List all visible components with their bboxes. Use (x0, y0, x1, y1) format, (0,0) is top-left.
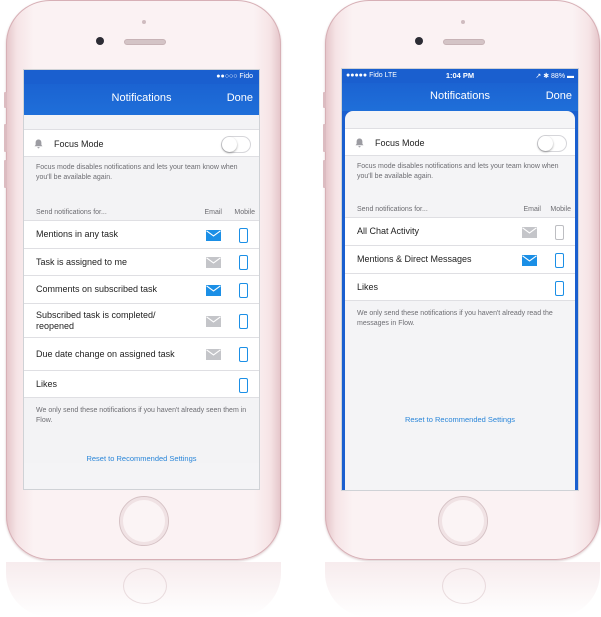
volume-up-button (323, 124, 326, 152)
screen: ●●○○○ Fido Notifications Done Focus Mode… (23, 69, 260, 490)
section-header: Send notifications for... Email Mobile (24, 204, 259, 220)
notification-list: All Chat Activity Mentions & Direct Messa… (345, 217, 575, 301)
notification-row-label: Due date change on assigned task (36, 348, 175, 359)
notification-row: Due date change on assigned task (24, 337, 259, 370)
notification-row-label: Subscribed task is completed/ reopened (36, 310, 156, 331)
bell-icon (34, 139, 43, 149)
mobile-toggle-on-icon[interactable] (239, 378, 248, 393)
earpiece-speaker (443, 39, 485, 45)
mobile-toggle-on-icon[interactable] (239, 255, 248, 270)
notification-row-label: Comments on subscribed task (36, 284, 158, 295)
notification-row: Likes (24, 370, 259, 398)
status-bar: ●●○○○ Fido (24, 70, 259, 84)
page-title: Notifications (430, 90, 490, 102)
focus-mode-toggle[interactable] (221, 136, 251, 153)
mobile-toggle-on-icon[interactable] (555, 281, 564, 296)
screen: ●●●●● Fido LTE 1:04 PM ↗ ✱ 88% ▬ Notific… (341, 68, 579, 491)
sensor (142, 20, 146, 24)
side-button (323, 92, 326, 108)
mobile-toggle-off-icon[interactable] (555, 225, 564, 240)
volume-up-button (4, 124, 7, 152)
email-toggle-off-icon[interactable] (522, 227, 537, 238)
focus-mode-label: Focus Mode (375, 138, 425, 148)
settings-sheet: Focus Mode Focus mode disables notificat… (345, 111, 575, 490)
notification-list: Mentions in any task Task is assigned to … (24, 220, 259, 398)
volume-down-button (323, 160, 326, 188)
mobile-column-header: Mobile (550, 206, 571, 213)
email-toggle-on-icon[interactable] (206, 285, 221, 296)
carrier-signal: ●●○○○ Fido (216, 73, 253, 80)
focus-mode-toggle[interactable] (537, 135, 567, 152)
settings-sheet: Focus Mode Focus mode disables notificat… (24, 115, 259, 463)
notification-row: Comments on subscribed task (24, 275, 259, 303)
email-toggle-on-icon[interactable] (206, 230, 221, 241)
notification-row: Mentions & Direct Messages (345, 245, 575, 273)
sensor (461, 20, 465, 24)
bell-icon (355, 138, 364, 148)
email-column-header: Email (204, 209, 222, 216)
mobile-toggle-on-icon[interactable] (239, 314, 248, 329)
focus-mode-row: Focus Mode (24, 129, 259, 157)
nav-bar: Notifications Done (24, 84, 259, 115)
section-header-label: Send notifications for... (36, 209, 107, 216)
email-toggle-off-icon[interactable] (206, 257, 221, 268)
nav-bar: Notifications Done (342, 83, 578, 111)
home-button[interactable] (119, 496, 169, 546)
focus-mode-row: Focus Mode (345, 128, 575, 156)
notification-row-label: Likes (36, 378, 58, 389)
front-camera (415, 37, 423, 45)
done-button[interactable]: Done (227, 92, 253, 104)
notification-row: Likes (345, 273, 575, 301)
email-column-header: Email (523, 206, 541, 213)
notification-row-label: Task is assigned to me (36, 256, 128, 267)
section-header-label: Send notifications for... (357, 206, 428, 213)
footer-note: We only send these notifications if you … (357, 310, 553, 327)
battery-indicator: ↗ ✱ 88% ▬ (535, 73, 574, 80)
done-button[interactable]: Done (546, 90, 572, 102)
front-camera (96, 37, 104, 45)
toggle-knob (538, 136, 553, 151)
reset-recommended-link[interactable]: Reset to Recommended Settings (345, 415, 575, 424)
notification-row-label: Mentions & Direct Messages (357, 254, 472, 265)
email-toggle-off-icon[interactable] (206, 349, 221, 360)
side-button (4, 92, 7, 108)
mobile-column-header: Mobile (234, 209, 255, 216)
notification-row: All Chat Activity (345, 217, 575, 245)
section-header: Send notifications for... Email Mobile (345, 201, 575, 217)
home-button[interactable] (438, 496, 488, 546)
notification-row-label: Mentions in any task (36, 229, 119, 240)
mobile-toggle-on-icon[interactable] (239, 283, 248, 298)
notification-row: Mentions in any task (24, 220, 259, 248)
page-title: Notifications (111, 92, 172, 104)
volume-down-button (4, 160, 7, 188)
phone-left: ●●○○○ Fido Notifications Done Focus Mode… (4, 0, 281, 560)
focus-mode-note: Focus mode disables notifications and le… (357, 163, 559, 180)
reset-recommended-link[interactable]: Reset to Recommended Settings (24, 454, 259, 463)
toggle-knob (222, 137, 237, 152)
notification-row-label: All Chat Activity (357, 226, 420, 237)
status-bar: ●●●●● Fido LTE 1:04 PM ↗ ✱ 88% ▬ (342, 69, 578, 83)
phone-reflection (325, 562, 600, 617)
notification-row: Subscribed task is completed/ reopened (24, 303, 259, 337)
phone-right: ●●●●● Fido LTE 1:04 PM ↗ ✱ 88% ▬ Notific… (323, 0, 600, 560)
earpiece-speaker (124, 39, 166, 45)
notification-row: Task is assigned to me (24, 248, 259, 275)
email-toggle-on-icon[interactable] (522, 255, 537, 266)
mobile-toggle-on-icon[interactable] (239, 228, 248, 243)
email-toggle-off-icon[interactable] (206, 316, 221, 327)
phone-reflection (6, 562, 281, 617)
focus-mode-label: Focus Mode (54, 139, 104, 149)
focus-mode-note: Focus mode disables notifications and le… (36, 164, 238, 181)
mobile-toggle-on-icon[interactable] (239, 347, 248, 362)
mobile-toggle-on-icon[interactable] (555, 253, 564, 268)
footer-note: We only send these notifications if you … (36, 407, 247, 424)
notification-row-label: Likes (357, 281, 379, 292)
